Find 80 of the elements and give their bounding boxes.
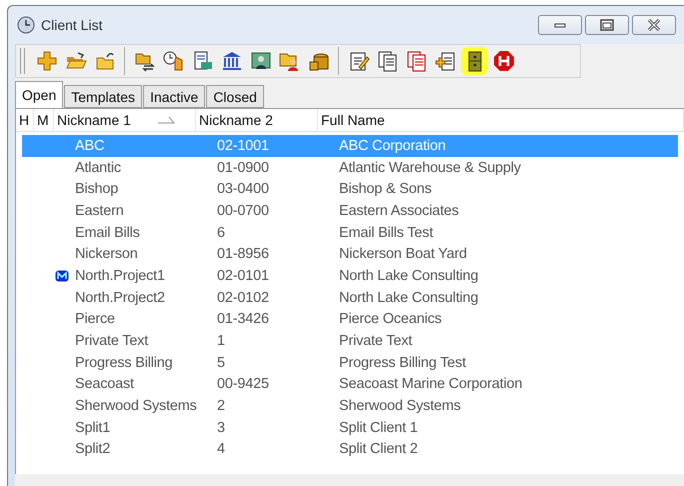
table-cell-text: 03-0400 bbox=[217, 181, 270, 198]
column-header[interactable]: Nickname 2 bbox=[196, 109, 318, 131]
table-row[interactable]: Pierce 01-3426 Pierce Oceanics bbox=[22, 308, 678, 330]
table-cell-text: Eastern Associates bbox=[339, 202, 460, 219]
table-cell-text: Progress Billing Test bbox=[339, 354, 467, 371]
table-cell-text: Split Client 2 bbox=[339, 441, 419, 458]
table-cell-text: Sherwood Systems bbox=[75, 398, 198, 414]
table-cell-text: Seacoast Marine Corporation bbox=[339, 376, 524, 392]
close-button[interactable] bbox=[632, 15, 676, 35]
table-cell-text: 02-1001 bbox=[217, 138, 270, 154]
table-row[interactable]: Bishop 03-0400 Bishop & Sons bbox=[22, 178, 678, 200]
pages-alt-icon bbox=[404, 49, 428, 73]
minimize-icon bbox=[554, 22, 566, 28]
table-cell-text: North.Project1 bbox=[75, 268, 166, 284]
column-header[interactable]: Nickname 1 bbox=[54, 109, 196, 131]
column-header[interactable]: H bbox=[16, 109, 34, 131]
table-cell-text: Email Bills bbox=[75, 224, 141, 241]
maximize-button[interactable] bbox=[585, 15, 629, 35]
table-row[interactable]: Atlantic 01-0900 Atlantic Warehouse & Supply bbox=[22, 156, 678, 178]
pages-icon bbox=[376, 49, 400, 73]
table-cell-text: Split1 bbox=[75, 420, 112, 436]
table-cell-text: 5 bbox=[217, 354, 226, 371]
column-header[interactable]: Full Name bbox=[318, 109, 684, 131]
maximize-icon bbox=[600, 19, 614, 31]
table-row[interactable]: Eastern 00-0700 Eastern Associates bbox=[22, 200, 678, 222]
table-cell-text: Atlantic Warehouse & Supply bbox=[339, 160, 522, 176]
table-cell-text: Private Text bbox=[339, 333, 414, 350]
table-cell-text: Nickerson Boat Yard bbox=[339, 246, 468, 262]
table-row[interactable]: Split2 4 Split Client 2 bbox=[22, 438, 678, 460]
table-cell-text: Split Client 1 bbox=[339, 420, 419, 436]
table-row[interactable]: Email Bills 6 Email Bills Test bbox=[22, 222, 678, 244]
table-cell-text: 00-9425 bbox=[217, 376, 270, 392]
add-icon bbox=[34, 49, 58, 73]
table-cell-text: Nickerson bbox=[75, 246, 139, 262]
table-cell-text: Atlantic bbox=[75, 160, 122, 176]
table-row[interactable]: Private Text 1 Private Text bbox=[22, 330, 678, 352]
table-cell-text: North Lake Consulting bbox=[339, 290, 480, 306]
tab[interactable]: Templates bbox=[64, 85, 142, 108]
table-cell-text: North Lake Consulting bbox=[339, 268, 480, 284]
table-cell-text: 00-0700 bbox=[217, 202, 270, 219]
minimize-button[interactable] bbox=[538, 15, 582, 35]
table-cell-text: Pierce Oceanics bbox=[339, 311, 443, 328]
table-cell-text: North.Project2 bbox=[75, 290, 166, 306]
column-header[interactable]: M bbox=[34, 109, 54, 131]
table-cell-text: 01-3426 bbox=[217, 311, 270, 328]
clock-icon bbox=[17, 16, 35, 34]
table-cell-text: Progress Billing bbox=[75, 354, 174, 371]
table-row[interactable]: North.Project2 02-0102 North Lake Consulting bbox=[22, 286, 678, 308]
table-cell-text: 3 bbox=[217, 420, 226, 436]
table-cell-text: 2 bbox=[217, 398, 226, 414]
table-cell-text: Seacoast bbox=[75, 376, 135, 392]
table-cell-text: 6 bbox=[217, 224, 226, 241]
table-row[interactable]: Seacoast 00-9425 Seacoast Marine Corporation bbox=[22, 374, 678, 396]
tab[interactable]: Inactive bbox=[143, 85, 206, 108]
table-cell-text: ABC Corporation bbox=[339, 138, 447, 154]
table-cell-text: Eastern bbox=[75, 202, 125, 219]
table-cell-text: 01-8956 bbox=[217, 246, 270, 262]
tab[interactable]: Closed bbox=[206, 85, 264, 108]
table-cell-text: Private Text bbox=[75, 333, 150, 350]
table-cell-text: Split2 bbox=[75, 441, 112, 458]
table-cell-text: 1 bbox=[217, 333, 226, 350]
toolbar-button[interactable] bbox=[461, 47, 488, 75]
close-icon bbox=[647, 19, 661, 31]
table-cell-text: Email Bills Test bbox=[339, 224, 434, 241]
table-row[interactable]: North.Project1 02-0101 North Lake Consulting bbox=[22, 265, 678, 287]
table-cell-text: 02-0101 bbox=[217, 268, 270, 284]
table-row[interactable]: Nickerson 01-8956 Nickerson Boat Yard bbox=[22, 243, 678, 266]
table-cell-text: 4 bbox=[217, 441, 226, 458]
window-title: Client List bbox=[41, 17, 104, 33]
table-cell-text: ABC bbox=[75, 138, 106, 154]
tab[interactable]: Open bbox=[15, 81, 64, 108]
table-cell-text: Sherwood Systems bbox=[339, 398, 462, 414]
table-row[interactable]: Progress Billing 5 Progress Billing Test bbox=[22, 352, 678, 374]
table-row[interactable]: Sherwood Systems 2 Sherwood Systems bbox=[22, 395, 678, 417]
table-cell-text: 02-0102 bbox=[217, 290, 270, 306]
table-cell-text: 01-0900 bbox=[217, 160, 270, 176]
table-cell-text: Bishop bbox=[75, 181, 120, 198]
table-cell-text: Bishop & Sons bbox=[339, 181, 433, 198]
table-row[interactable]: Split1 3 Split Client 1 bbox=[22, 416, 678, 439]
table-cell-text: Pierce bbox=[75, 311, 116, 328]
